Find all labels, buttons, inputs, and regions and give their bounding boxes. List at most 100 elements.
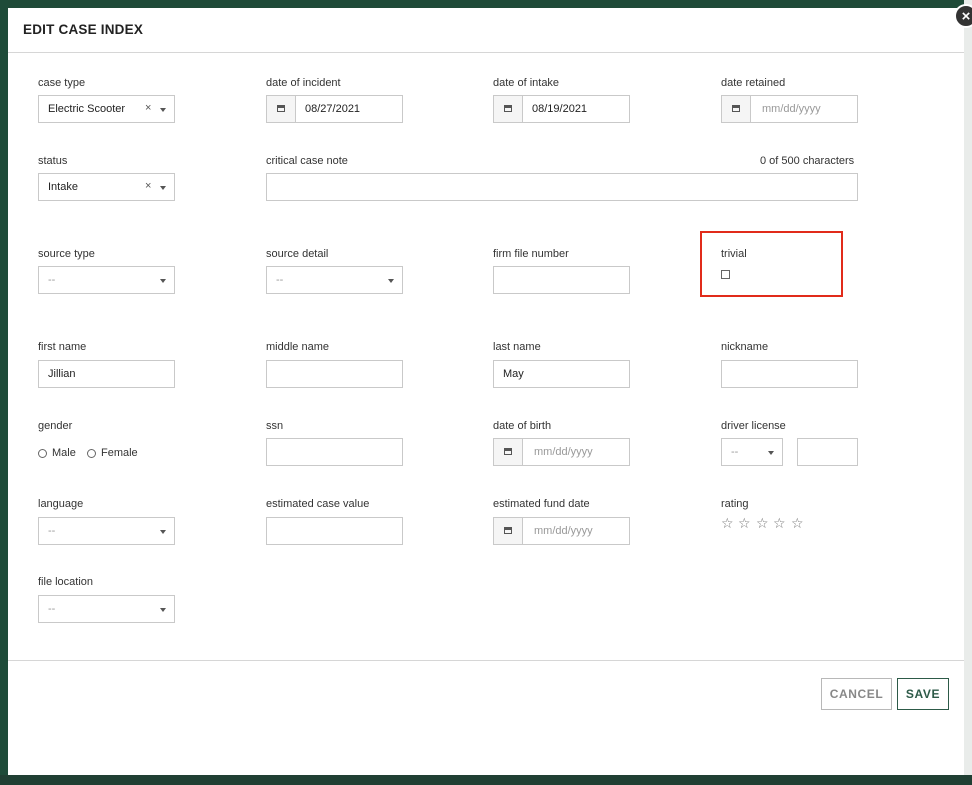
save-button[interactable]: SAVE [897, 678, 949, 710]
source-type-label: source type [38, 248, 95, 260]
calendar-icon [732, 105, 740, 112]
date-addon[interactable] [494, 518, 523, 544]
nickname-label: nickname [721, 341, 769, 353]
trivial-checkbox[interactable] [721, 270, 730, 279]
last-name-value: May [503, 368, 524, 380]
nickname-input[interactable] [721, 360, 858, 388]
character-counter: 0 of 500 characters [760, 155, 855, 167]
status-value: Intake [48, 181, 78, 193]
source-detail-label: source detail [266, 248, 329, 260]
clear-icon[interactable]: × [145, 180, 151, 192]
star-icon[interactable]: ☆ [773, 516, 786, 530]
driver-license-label: driver license [721, 420, 786, 432]
driver-license-state-placeholder: -- [731, 446, 739, 458]
date-of-birth-label: date of birth [493, 420, 552, 432]
chevron-down-icon [160, 279, 166, 283]
close-icon[interactable]: × [954, 4, 972, 28]
clear-icon[interactable]: × [145, 102, 151, 114]
chevron-down-icon [160, 186, 166, 190]
first-name-input[interactable]: Jillian [38, 360, 175, 388]
driver-license-state-select[interactable]: -- [721, 438, 783, 466]
calendar-icon [504, 527, 512, 534]
footer-divider [8, 660, 964, 661]
first-name-label: first name [38, 341, 87, 353]
language-select[interactable]: -- [38, 517, 175, 545]
file-location-placeholder: -- [48, 603, 56, 615]
calendar-icon [504, 448, 512, 455]
estimated-case-value-input[interactable] [266, 517, 403, 545]
gender-female-radio[interactable] [87, 449, 96, 458]
date-addon[interactable] [267, 96, 296, 122]
star-icon[interactable]: ☆ [738, 516, 751, 530]
middle-name-input[interactable] [266, 360, 403, 388]
last-name-label: last name [493, 341, 541, 353]
case-type-value: Electric Scooter [48, 103, 126, 115]
status-select[interactable]: Intake × [38, 173, 175, 201]
language-label: language [38, 498, 84, 510]
chevron-down-icon [388, 279, 394, 283]
source-type-placeholder: -- [48, 274, 56, 286]
date-retained-label: date retained [721, 77, 786, 89]
calendar-icon [504, 105, 512, 112]
date-retained-input[interactable]: mm/dd/yyyy [721, 95, 858, 123]
ssn-label: ssn [266, 420, 284, 432]
star-icon[interactable]: ☆ [791, 516, 804, 530]
modal-header: EDIT CASE INDEX [8, 8, 964, 53]
date-retained-placeholder: mm/dd/yyyy [762, 103, 821, 115]
driver-license-number-input[interactable] [797, 438, 858, 466]
background-app-header [0, 0, 972, 8]
date-of-intake-input[interactable]: 08/19/2021 [493, 95, 630, 123]
estimated-case-value-label: estimated case value [266, 498, 370, 510]
middle-name-label: middle name [266, 341, 329, 353]
gender-male-radio[interactable] [38, 449, 47, 458]
date-addon[interactable] [494, 96, 523, 122]
last-name-input[interactable]: May [493, 360, 630, 388]
source-type-select[interactable]: -- [38, 266, 175, 294]
trivial-label: trivial [721, 248, 747, 260]
date-of-incident-input[interactable]: 08/27/2021 [266, 95, 403, 123]
estimated-fund-date-input[interactable]: mm/dd/yyyy [493, 517, 630, 545]
case-type-select[interactable]: Electric Scooter × [38, 95, 175, 123]
status-label: status [38, 155, 68, 167]
first-name-value: Jillian [48, 368, 76, 380]
star-icon[interactable]: ☆ [756, 516, 769, 530]
trivial-highlight-box [700, 231, 843, 297]
estimated-fund-date-placeholder: mm/dd/yyyy [534, 525, 593, 537]
background-sidebar [0, 0, 8, 785]
date-of-intake-label: date of intake [493, 77, 560, 89]
chevron-down-icon [160, 608, 166, 612]
date-of-incident-value: 08/27/2021 [305, 103, 361, 115]
date-of-birth-placeholder: mm/dd/yyyy [534, 446, 593, 458]
star-icon[interactable]: ☆ [721, 516, 734, 530]
file-location-label: file location [38, 576, 94, 588]
background-footer [0, 775, 972, 785]
critical-case-note-label: critical case note [266, 155, 348, 167]
cancel-button[interactable]: CANCEL [821, 678, 892, 710]
date-addon[interactable] [494, 439, 523, 465]
date-addon[interactable] [722, 96, 751, 122]
source-detail-placeholder: -- [276, 274, 284, 286]
source-detail-select[interactable]: -- [266, 266, 403, 294]
case-type-label: case type [38, 77, 86, 89]
ssn-input[interactable] [266, 438, 403, 466]
firm-file-number-label: firm file number [493, 248, 569, 260]
calendar-icon [277, 105, 285, 112]
chevron-down-icon [160, 108, 166, 112]
chevron-down-icon [768, 451, 774, 455]
background-page [964, 0, 972, 785]
language-placeholder: -- [48, 525, 56, 537]
date-of-birth-input[interactable]: mm/dd/yyyy [493, 438, 630, 466]
critical-case-note-input[interactable] [266, 173, 858, 201]
rating-label: rating [721, 498, 749, 510]
gender-male-label[interactable]: Male [52, 447, 76, 459]
file-location-select[interactable]: -- [38, 595, 175, 623]
gender-female-label[interactable]: Female [101, 447, 138, 459]
date-of-intake-value: 08/19/2021 [532, 103, 588, 115]
chevron-down-icon [160, 530, 166, 534]
modal-title: EDIT CASE INDEX [23, 22, 144, 37]
date-of-incident-label: date of incident [266, 77, 341, 89]
edit-case-index-modal: EDIT CASE INDEX × case type Electric Sco… [8, 4, 972, 775]
firm-file-number-input[interactable] [493, 266, 630, 294]
estimated-fund-date-label: estimated fund date [493, 498, 590, 510]
gender-label: gender [38, 420, 73, 432]
